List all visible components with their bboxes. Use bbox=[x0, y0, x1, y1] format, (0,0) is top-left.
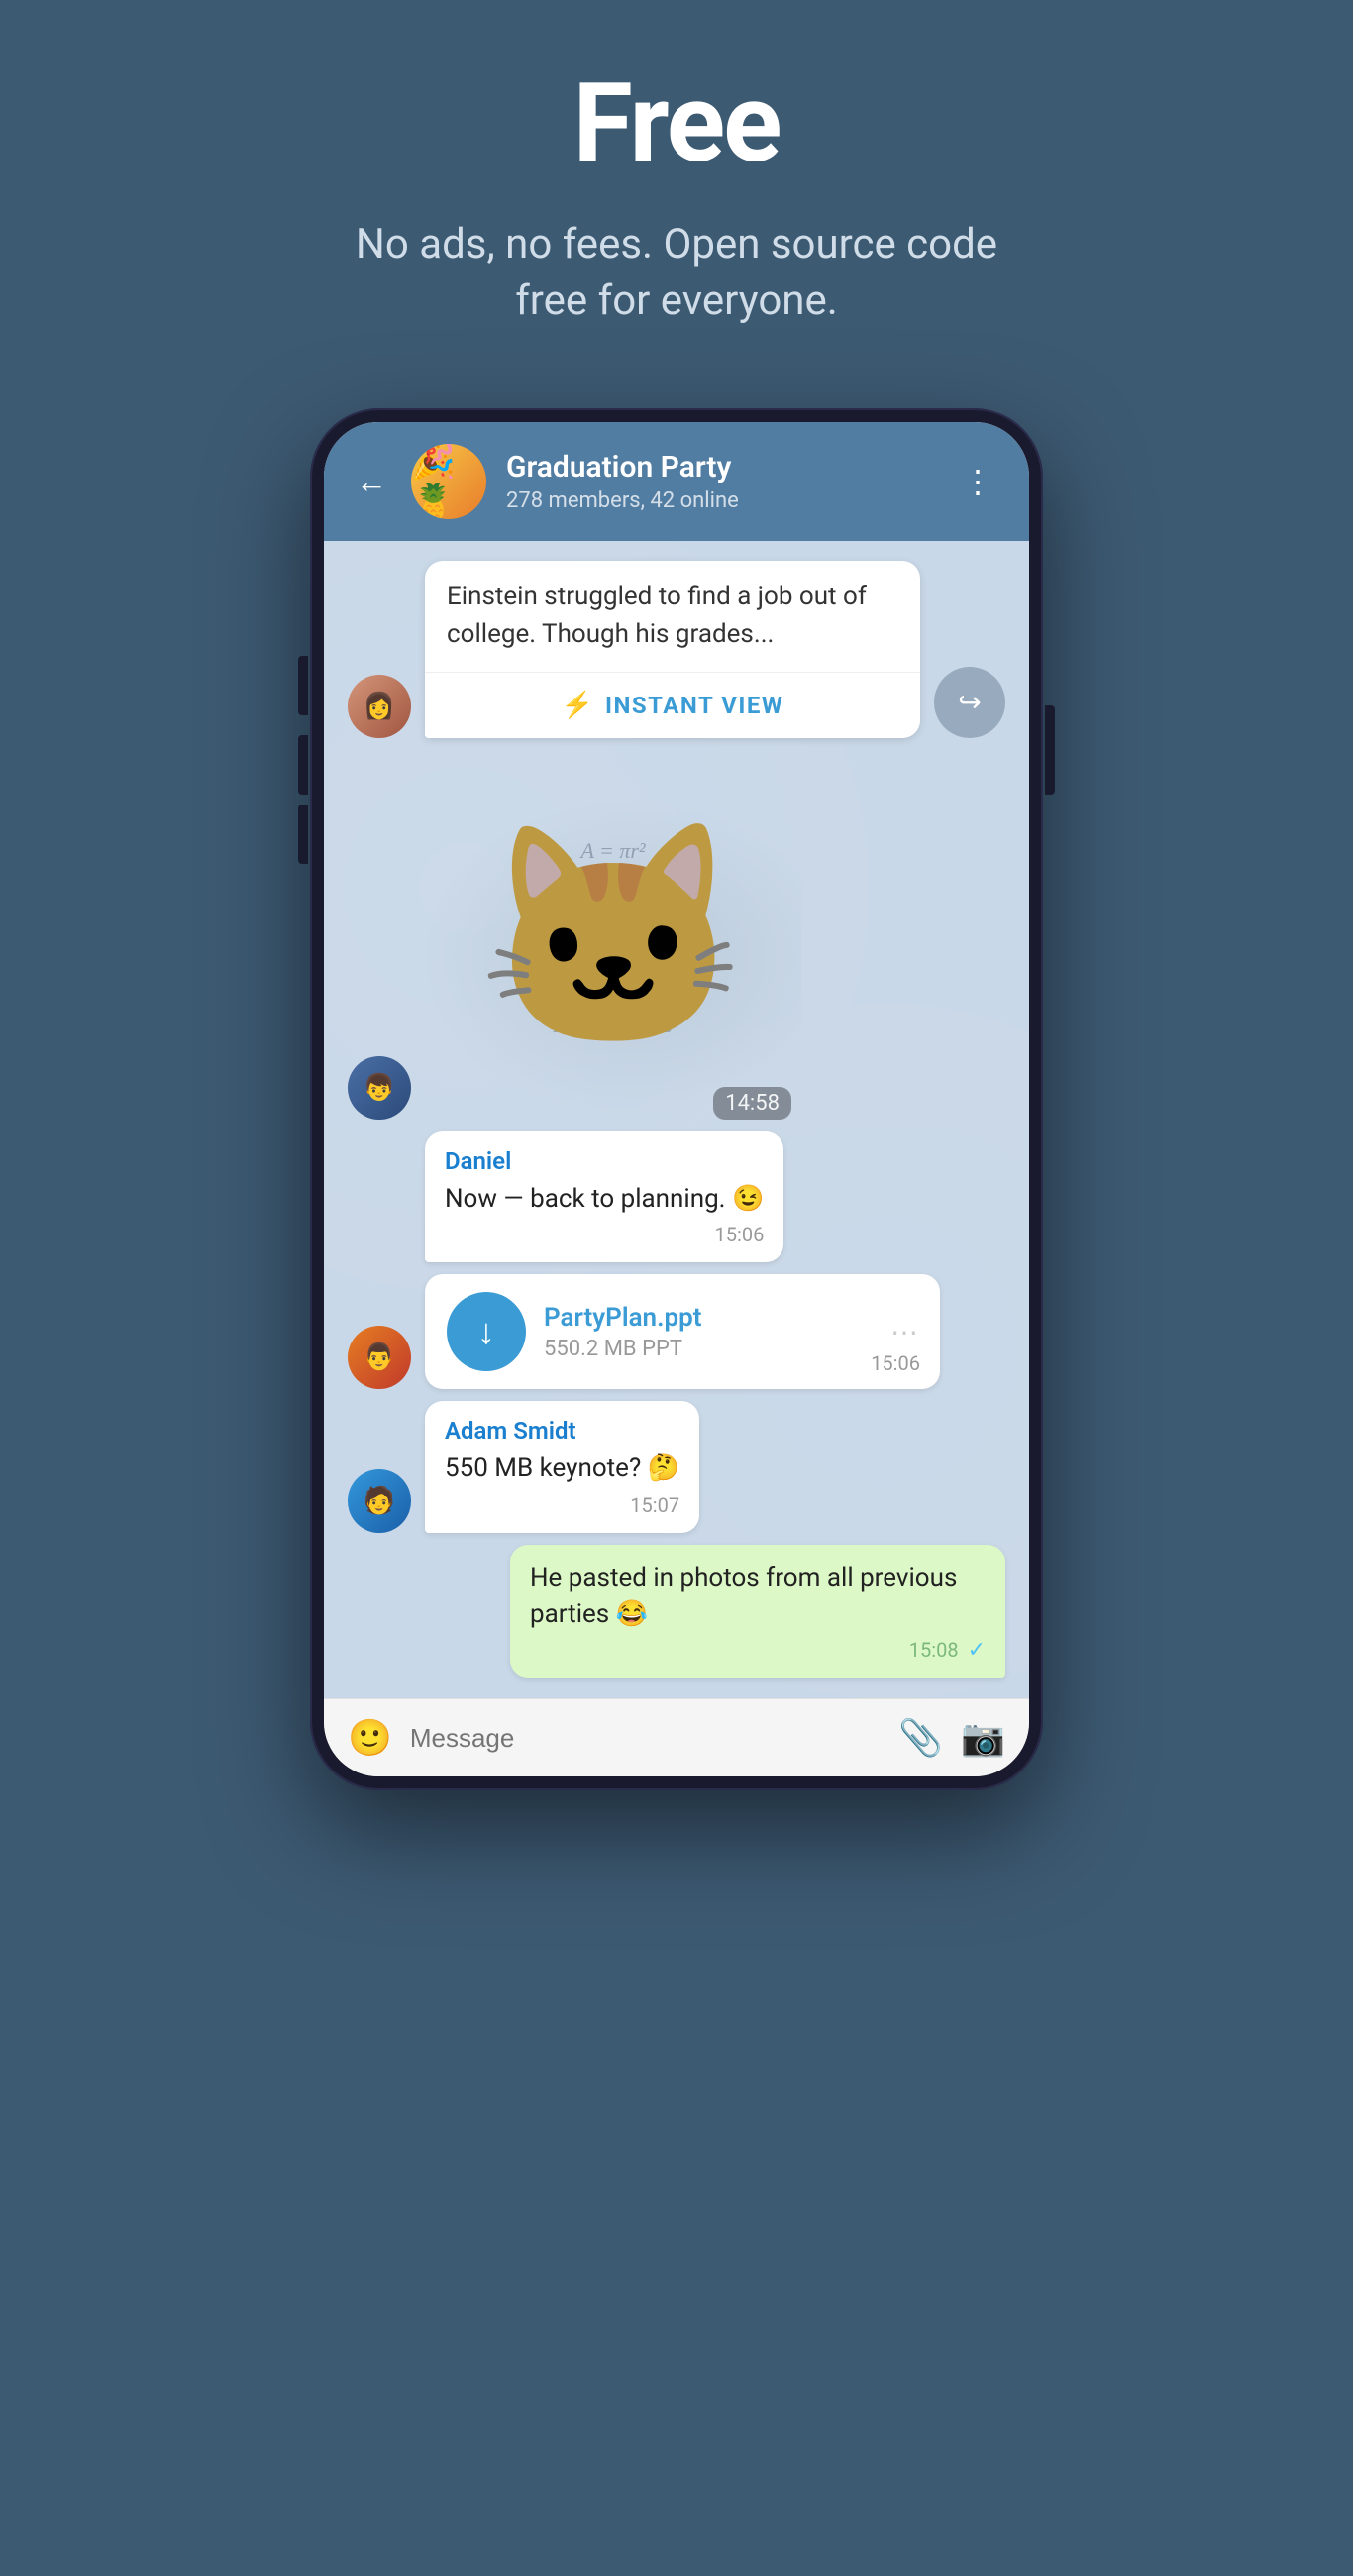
avatar: 👨 bbox=[348, 1326, 411, 1389]
message-time: 15:06 bbox=[445, 1223, 764, 1246]
chat-header: ← 🎉🍍 Graduation Party 278 members, 42 on… bbox=[324, 422, 1029, 541]
avatar: 🧑 bbox=[348, 1469, 411, 1533]
message-text: He pasted in photos from all previous pa… bbox=[530, 1560, 986, 1633]
lightning-icon: ⚡ bbox=[562, 691, 593, 720]
emoji-button[interactable]: 🙂 bbox=[348, 1717, 392, 1759]
forward-button[interactable]: ↪ bbox=[934, 667, 1005, 738]
instant-view-label: INSTANT VIEW bbox=[605, 692, 783, 719]
chat-body: 👩 Einstein struggled to find a job out o… bbox=[324, 541, 1029, 1698]
table-row: He pasted in photos from all previous pa… bbox=[348, 1545, 1005, 1679]
table-row: Daniel Now — back to planning. 😉 15:06 bbox=[348, 1131, 1005, 1262]
file-menu-button[interactable]: ⋯ bbox=[890, 1316, 918, 1348]
instant-view-button[interactable]: ⚡ INSTANT VIEW bbox=[425, 673, 920, 738]
message-time: 15:07 bbox=[445, 1493, 679, 1517]
message-sender: Adam Smidt bbox=[445, 1417, 679, 1445]
download-icon[interactable]: ↓ bbox=[447, 1292, 526, 1371]
message-text: 550 MB keynote? 🤔 bbox=[445, 1450, 679, 1486]
message-text: Now — back to planning. 😉 bbox=[445, 1181, 764, 1217]
table-row: 👨 ↓ PartyPlan.ppt 550.2 MB PPT ⋯ 15:06 bbox=[348, 1274, 1005, 1389]
table-row: 👦 A = πr² V = l³ P = 2πr s = √(r²+h²) A … bbox=[348, 750, 1005, 1120]
sticker-container: A = πr² V = l³ P = 2πr s = √(r²+h²) A = … bbox=[425, 750, 801, 1127]
message-sender: Daniel bbox=[445, 1147, 764, 1175]
article-preview-text: Einstein struggled to find a job out of … bbox=[425, 561, 920, 672]
own-message-bubble: He pasted in photos from all previous pa… bbox=[510, 1545, 1005, 1679]
message-bubble: Adam Smidt 550 MB keynote? 🤔 15:07 bbox=[425, 1401, 699, 1532]
forward-icon: ↪ bbox=[958, 686, 981, 718]
message-checkmark: ✓ bbox=[968, 1638, 986, 1663]
table-row: 👩 Einstein struggled to find a job out o… bbox=[348, 561, 1005, 737]
file-name: PartyPlan.ppt bbox=[544, 1303, 873, 1333]
header-menu-button[interactable]: ⋮ bbox=[954, 455, 1001, 508]
message-bubble: Daniel Now — back to planning. 😉 15:06 bbox=[425, 1131, 783, 1262]
sticker-time: 14:58 bbox=[713, 1087, 791, 1120]
phone-screen: ← 🎉🍍 Graduation Party 278 members, 42 on… bbox=[324, 422, 1029, 1776]
page-title: Free bbox=[572, 59, 780, 187]
group-name: Graduation Party bbox=[506, 450, 934, 484]
group-info: Graduation Party 278 members, 42 online bbox=[506, 450, 934, 513]
file-info: PartyPlan.ppt 550.2 MB PPT bbox=[544, 1303, 873, 1361]
table-row: 🧑 Adam Smidt 550 MB keynote? 🤔 15:07 bbox=[348, 1401, 1005, 1532]
attach-button[interactable]: 📎 bbox=[898, 1717, 943, 1759]
camera-button[interactable]: 📷 bbox=[961, 1717, 1005, 1759]
phone-device: ← 🎉🍍 Graduation Party 278 members, 42 on… bbox=[310, 408, 1043, 1790]
hero-subtitle: No ads, no fees. Open source code free f… bbox=[330, 217, 1023, 329]
group-avatar: 🎉🍍 bbox=[411, 444, 486, 519]
avatar: 👦 bbox=[348, 1056, 411, 1120]
file-attachment-bubble: ↓ PartyPlan.ppt 550.2 MB PPT ⋯ 15:06 bbox=[425, 1274, 940, 1389]
cat-sticker: 🐱 bbox=[477, 810, 749, 1066]
file-message-time: 15:06 bbox=[871, 1351, 920, 1375]
message-time: 15:08 ✓ bbox=[530, 1638, 986, 1663]
file-size: 550.2 MB PPT bbox=[544, 1337, 873, 1361]
avatar: 👩 bbox=[348, 675, 411, 738]
message-input[interactable] bbox=[410, 1723, 882, 1754]
instant-view-card: Einstein struggled to find a job out of … bbox=[425, 561, 920, 737]
group-meta: 278 members, 42 online bbox=[506, 488, 934, 513]
back-button[interactable]: ← bbox=[352, 459, 391, 504]
input-bar: 🙂 📎 📷 bbox=[324, 1698, 1029, 1776]
